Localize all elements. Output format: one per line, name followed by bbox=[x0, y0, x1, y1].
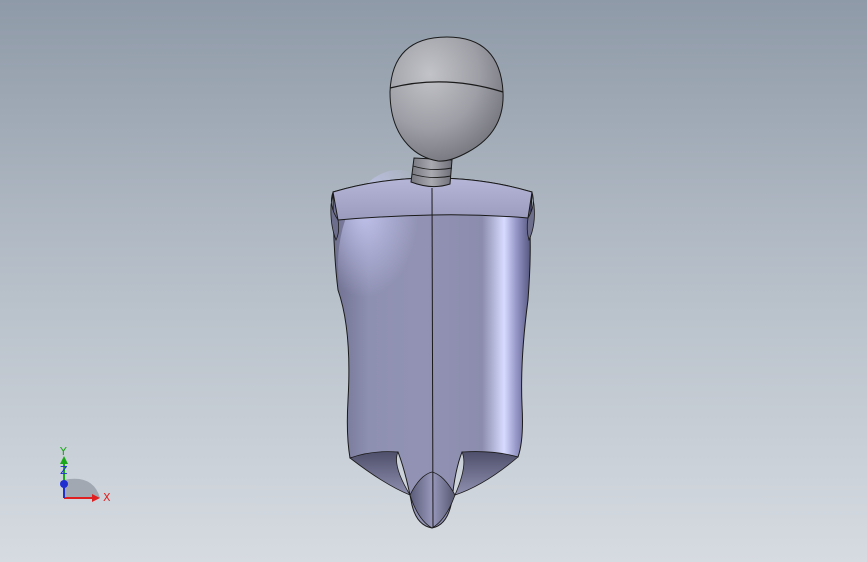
triad-base-arc bbox=[64, 478, 100, 498]
neck[interactable] bbox=[410, 157, 453, 188]
z-axis-label: Z bbox=[60, 464, 68, 477]
model-viewport[interactable] bbox=[0, 0, 867, 562]
head[interactable] bbox=[389, 36, 504, 162]
y-axis-label: Y bbox=[59, 446, 67, 458]
coordinate-triad[interactable]: X Y Z bbox=[48, 446, 118, 506]
x-axis-label: X bbox=[103, 491, 111, 504]
right-leg-opening[interactable] bbox=[454, 451, 519, 496]
